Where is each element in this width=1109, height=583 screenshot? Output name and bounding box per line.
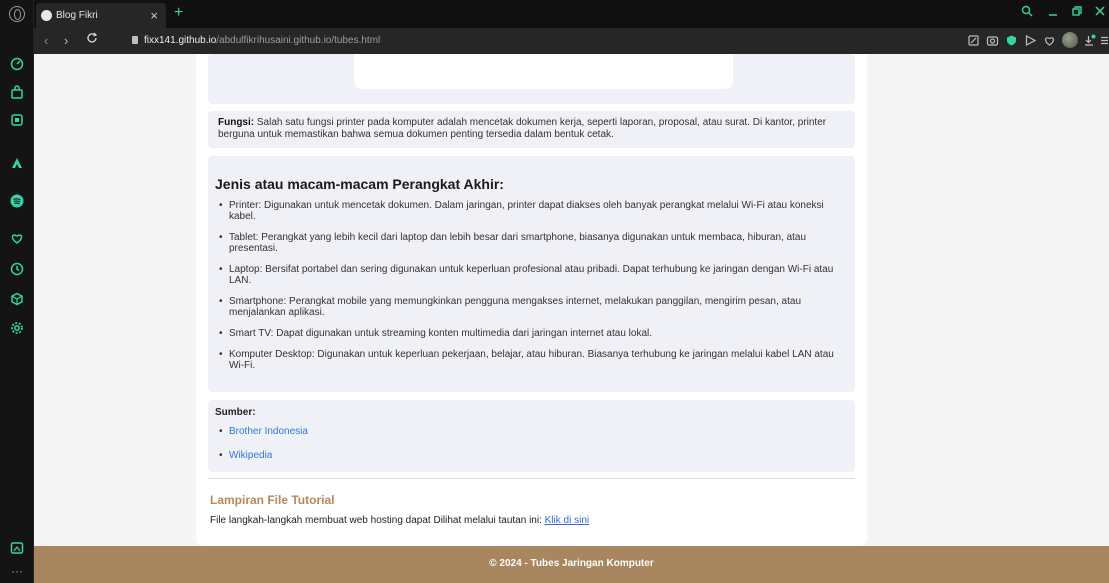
list-item: Smartphone: Perangkat mobile yang memung… [215,296,840,318]
workspace-icon[interactable] [9,112,25,128]
spotify-icon[interactable] [9,193,25,209]
extensions-cube-icon[interactable] [9,291,25,307]
more-options-icon[interactable]: ··· [9,565,25,582]
new-tab-button[interactable]: + [174,2,183,24]
heart-icon[interactable] [9,230,25,246]
tab-close-button[interactable]: × [150,3,158,28]
list-item: Komputer Desktop: Digunakan untuk keperl… [215,349,840,371]
tab-blog-fikri[interactable]: Blog Fikri × [36,3,166,28]
browser-logo-icon[interactable] [9,6,25,22]
lampiran-text: File langkah-langkah membuat web hosting… [210,515,589,526]
source-link-brother[interactable]: Brother Indonesia [215,426,855,438]
source-link-wikipedia[interactable]: Wikipedia [215,450,855,462]
sumber-heading: Sumber: [215,407,256,418]
search-tabs-icon[interactable] [1021,5,1033,20]
lampiran-heading: Lampiran File Tutorial [210,493,335,507]
minimize-window-icon[interactable] [1047,5,1059,20]
reload-icon[interactable] [86,32,98,47]
device-list: Printer: Digunakan untuk mencetak dokume… [208,200,855,371]
fungsi-text: Salah satu fungsi printer pada komputer … [218,117,827,140]
settings-gear-icon[interactable] [9,320,25,336]
sumber-panel: Sumber: Brother Indonesia Wikipedia [208,400,855,472]
profile-avatar[interactable] [1062,32,1078,48]
url-field[interactable]: fixx141.github.io/abdulfikrihusaini.gith… [144,35,380,46]
list-item: Laptop: Bersifat portabel dan sering dig… [215,264,840,286]
klik-di-sini-link[interactable]: Klik di sini [545,515,589,526]
list-item: Smart TV: Dapat digunakan untuk streamin… [215,328,840,339]
section-divider [208,478,855,479]
restore-window-icon[interactable] [1071,5,1083,20]
vpn-shield-icon[interactable] [1005,34,1018,47]
footer-copyright: © 2024 - Tubes Jaringan Komputer [489,558,654,569]
close-window-icon[interactable] [1094,5,1106,20]
easy-setup-menu-icon[interactable] [1099,34,1109,47]
lampiran-description: File langkah-langkah membuat web hosting… [210,515,545,526]
snapshot-edit-icon[interactable] [967,34,980,47]
player-panel-icon[interactable] [9,540,25,556]
downloads-icon[interactable] [1083,34,1096,47]
content-card: Fungsi: Salah satu fungsi printer pada k… [196,54,867,546]
speed-dial-icon[interactable] [9,56,25,72]
list-item: Printer: Digunakan untuk mencetak dokume… [215,200,840,222]
jenis-heading: Jenis atau macam-macam Perangkat Akhir: [215,176,504,192]
url-host: fixx141.github.io [144,35,217,46]
lock-icon [132,36,138,44]
browser-sidebar: ··· [0,0,34,583]
history-icon[interactable] [9,261,25,277]
forward-arrow-icon[interactable]: › [64,33,68,48]
back-arrow-icon[interactable]: ‹ [44,33,48,48]
address-bar: ‹ › fixx141.github.io/abdulfikrihusaini.… [34,28,1109,54]
shop-bag-icon[interactable] [9,84,25,100]
camera-icon[interactable] [986,34,999,47]
url-path: /abdulfikrihusaini.github.io/tubes.html [216,35,381,46]
printer-image-panel [208,54,855,104]
tab-bar: Blog Fikri × + [34,0,1109,28]
page-footer: © 2024 - Tubes Jaringan Komputer [34,546,1109,583]
bookmark-heart-icon[interactable] [1043,34,1056,47]
globe-favicon-icon [41,10,52,21]
fungsi-label: Fungsi: [218,117,255,128]
aria-ai-icon[interactable] [9,155,25,171]
tab-title: Blog Fikri [56,10,98,21]
fungsi-panel: Fungsi: Salah satu fungsi printer pada k… [208,111,855,148]
jenis-panel: Jenis atau macam-macam Perangkat Akhir: … [208,156,855,392]
source-list: Brother Indonesia Wikipedia [208,426,855,462]
list-item: Tablet: Perangkat yang lebih kecil dari … [215,232,840,254]
printer-image-frame [354,54,733,89]
page-viewport: Fungsi: Salah satu fungsi printer pada k… [34,54,1109,583]
player-send-icon[interactable] [1024,34,1037,47]
